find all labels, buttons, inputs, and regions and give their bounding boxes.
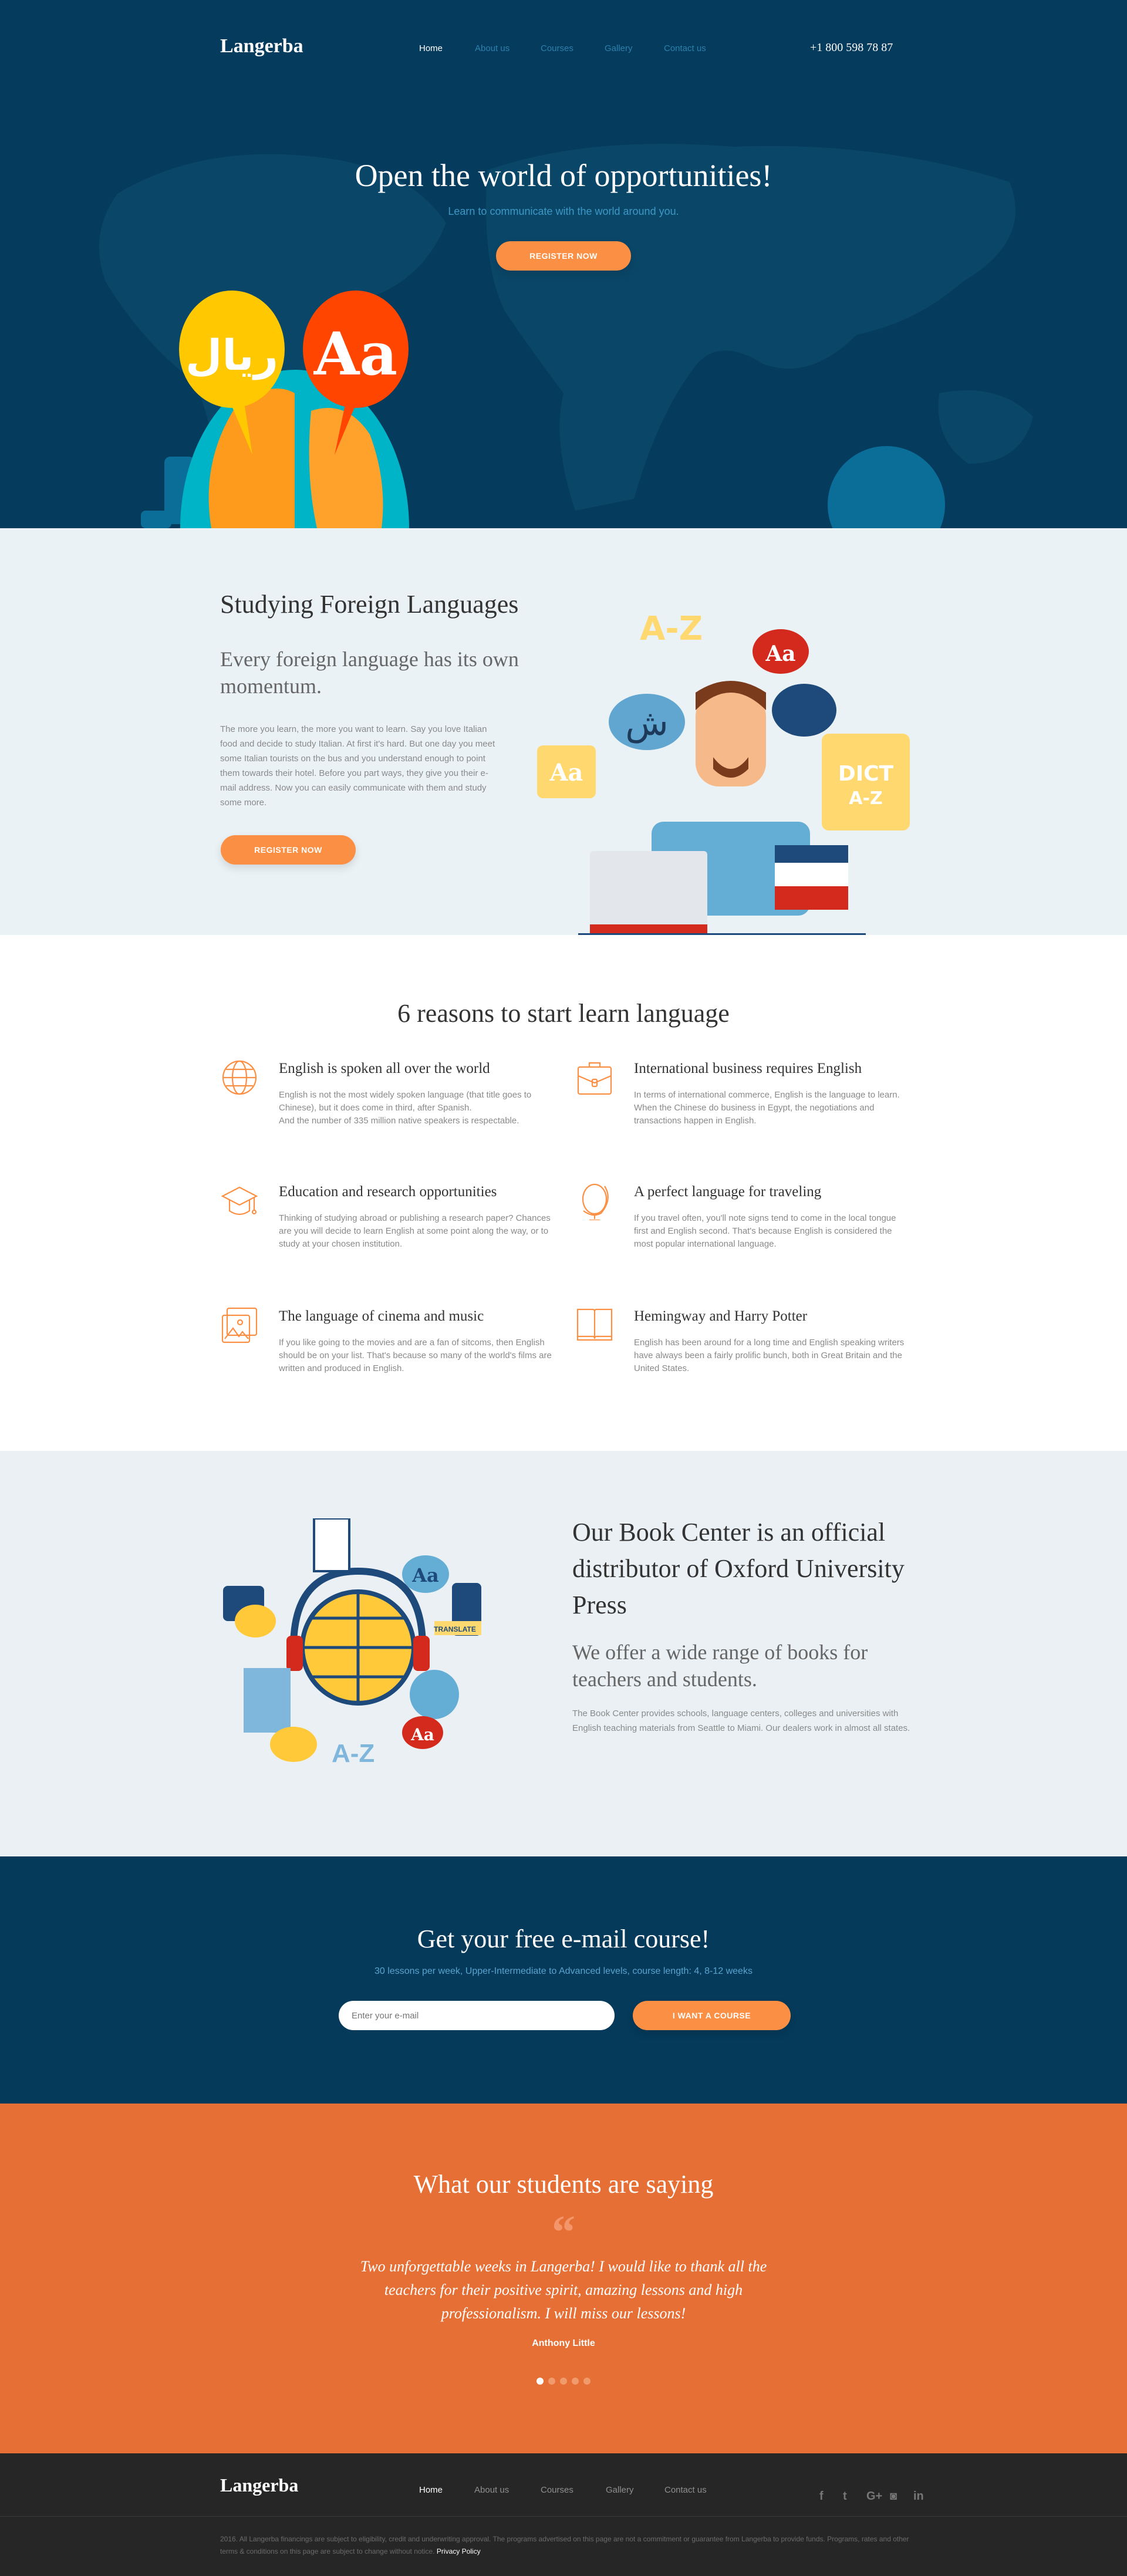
study-title: Studying Foreign Languages	[220, 590, 519, 619]
svg-text:A-Z: A-Z	[640, 610, 703, 648]
books-subtitle: We offer a wide range of books for teach…	[572, 1640, 868, 1691]
facebook-icon[interactable]: f	[819, 2490, 824, 2503]
student-illustration: A-Z ش Aa Aa DICT A-Z	[537, 610, 910, 935]
footer: Langerba Home About us Courses Gallery C…	[0, 2453, 1127, 2576]
slider-dot[interactable]	[536, 2378, 544, 2385]
testimonial-author: Anthony Little	[532, 2338, 595, 2348]
reason-body: Thinking of studying abroad or publishin…	[279, 1213, 551, 1249]
footer-divider	[0, 2516, 1127, 2517]
hero-register-button[interactable]: REGISTER NOW	[496, 241, 631, 271]
svg-text:DICT: DICT	[838, 762, 894, 786]
nav-contact-us[interactable]: Contact us	[664, 43, 706, 53]
reason-body: In terms of international commerce, Engl…	[634, 1090, 900, 1126]
mail-subtitle: 30 lessons per week, Upper-Intermediate …	[374, 1966, 753, 1976]
hero-title: Open the world of opportunities!	[355, 158, 772, 193]
books-title: Our Book Center is an official distribut…	[572, 1518, 905, 1619]
reason-title: A perfect language for traveling	[634, 1184, 822, 1200]
mail-title: Get your free e-mail course!	[417, 1925, 710, 1953]
testimonial-quote: Two unforgettable weeks in Langerba! I w…	[360, 2258, 767, 2322]
books-illustration: Aa TRANSLATE Aa A-Z	[223, 1518, 481, 1768]
quote-mark-icon: “	[552, 2207, 575, 2258]
study-register-button[interactable]: REGISTER NOW	[221, 835, 356, 865]
svg-text:Aa: Aa	[410, 1725, 434, 1744]
google-plus-icon[interactable]: G+	[866, 2490, 882, 2503]
reason-title: The language of cinema and music	[279, 1308, 484, 1324]
linkedin-icon[interactable]: in	[913, 2490, 924, 2503]
twitter-icon[interactable]: t	[843, 2490, 847, 2503]
testimonials-section: What our students are saying “ Two unfor…	[0, 2104, 1127, 2453]
studying-section: Studying Foreign Languages Every foreign…	[0, 528, 1127, 935]
email-input[interactable]	[339, 2001, 615, 2030]
svg-text:Aa: Aa	[411, 1564, 439, 1586]
slider-dot[interactable]	[548, 2378, 555, 2385]
footer-nav-about-us[interactable]: About us	[474, 2485, 509, 2495]
nav-gallery[interactable]: Gallery	[605, 43, 633, 53]
desk-globe-icon	[582, 1183, 609, 1220]
hero-section: Langerba Home About us Courses Gallery C…	[0, 0, 1127, 528]
testimonials-title: What our students are saying	[413, 2170, 714, 2199]
phone-number[interactable]: +1 800 598 78 87	[810, 41, 893, 55]
svg-text:TRANSLATE: TRANSLATE	[434, 1625, 476, 1633]
hero-globe-illustration: ريال Aa	[141, 291, 945, 528]
hero-subtitle: Learn to communicate with the world arou…	[448, 205, 679, 217]
nav-home[interactable]: Home	[419, 43, 443, 53]
reason-body: If you travel often, you'll note signs t…	[634, 1213, 896, 1249]
aa-bubble-text: Aa	[313, 319, 397, 389]
reasons-section: 6 reasons to start learn language Englis…	[0, 935, 1127, 1451]
footer-nav-contact-us[interactable]: Contact us	[664, 2485, 707, 2495]
slider-dot[interactable]	[583, 2378, 591, 2385]
arabic-bubble-text: ريال	[185, 330, 278, 380]
reasons-title: 6 reasons to start learn language	[397, 999, 730, 1028]
book-icon	[576, 1308, 613, 1341]
email-course-section: Get your free e-mail course! 30 lessons …	[0, 1856, 1127, 2104]
footer-logo[interactable]: Langerba	[220, 2474, 298, 2496]
reason-body: English is not the most widely spoken la…	[279, 1090, 532, 1126]
privacy-policy-link[interactable]: Privacy Policy	[437, 2547, 481, 2555]
study-body: The more you learn, the more you want to…	[220, 724, 495, 808]
nav-courses[interactable]: Courses	[541, 43, 573, 53]
reason-title: Education and research opportunities	[279, 1184, 497, 1200]
reason-title: International business requires English	[634, 1061, 862, 1076]
slider-dot[interactable]	[572, 2378, 579, 2385]
globe-icon	[222, 1060, 257, 1095]
books-body: The Book Center provides schools, langua…	[572, 1709, 910, 1733]
footer-nav-gallery[interactable]: Gallery	[606, 2485, 634, 2495]
svg-text:Aa: Aa	[549, 759, 583, 786]
svg-text:A-Z: A-Z	[849, 788, 882, 809]
graduation-cap-icon	[221, 1186, 258, 1216]
svg-text:A-Z: A-Z	[332, 1739, 374, 1768]
briefcase-icon	[577, 1062, 612, 1095]
footer-nav-courses[interactable]: Courses	[541, 2485, 573, 2495]
book-center-section: Aa TRANSLATE Aa A-Z Our Book Center is a…	[0, 1451, 1127, 1856]
reason-body: If you like going to the movies and are …	[279, 1338, 552, 1373]
logo[interactable]: Langerba	[220, 35, 303, 58]
instagram-icon[interactable]: ◙	[890, 2490, 897, 2503]
reason-body: English has been around for a long time …	[634, 1338, 905, 1373]
copyright-text: 2016. All Langerba financings are subjec…	[220, 2535, 909, 2555]
svg-text:Aa: Aa	[765, 642, 795, 666]
svg-text:ش: ش	[625, 703, 668, 744]
refresh-aa-icon	[828, 446, 945, 528]
slider-dot[interactable]	[560, 2378, 567, 2385]
want-course-button[interactable]: I WANT A COURSE	[633, 2001, 791, 2030]
study-subtitle: Every foreign language has its own momen…	[220, 647, 519, 698]
footer-nav-home[interactable]: Home	[419, 2485, 443, 2495]
picture-icon	[221, 1307, 258, 1343]
reason-title: Hemingway and Harry Potter	[634, 1308, 808, 1324]
reason-title: English is spoken all over the world	[279, 1061, 490, 1076]
nav-about-us[interactable]: About us	[475, 43, 509, 53]
